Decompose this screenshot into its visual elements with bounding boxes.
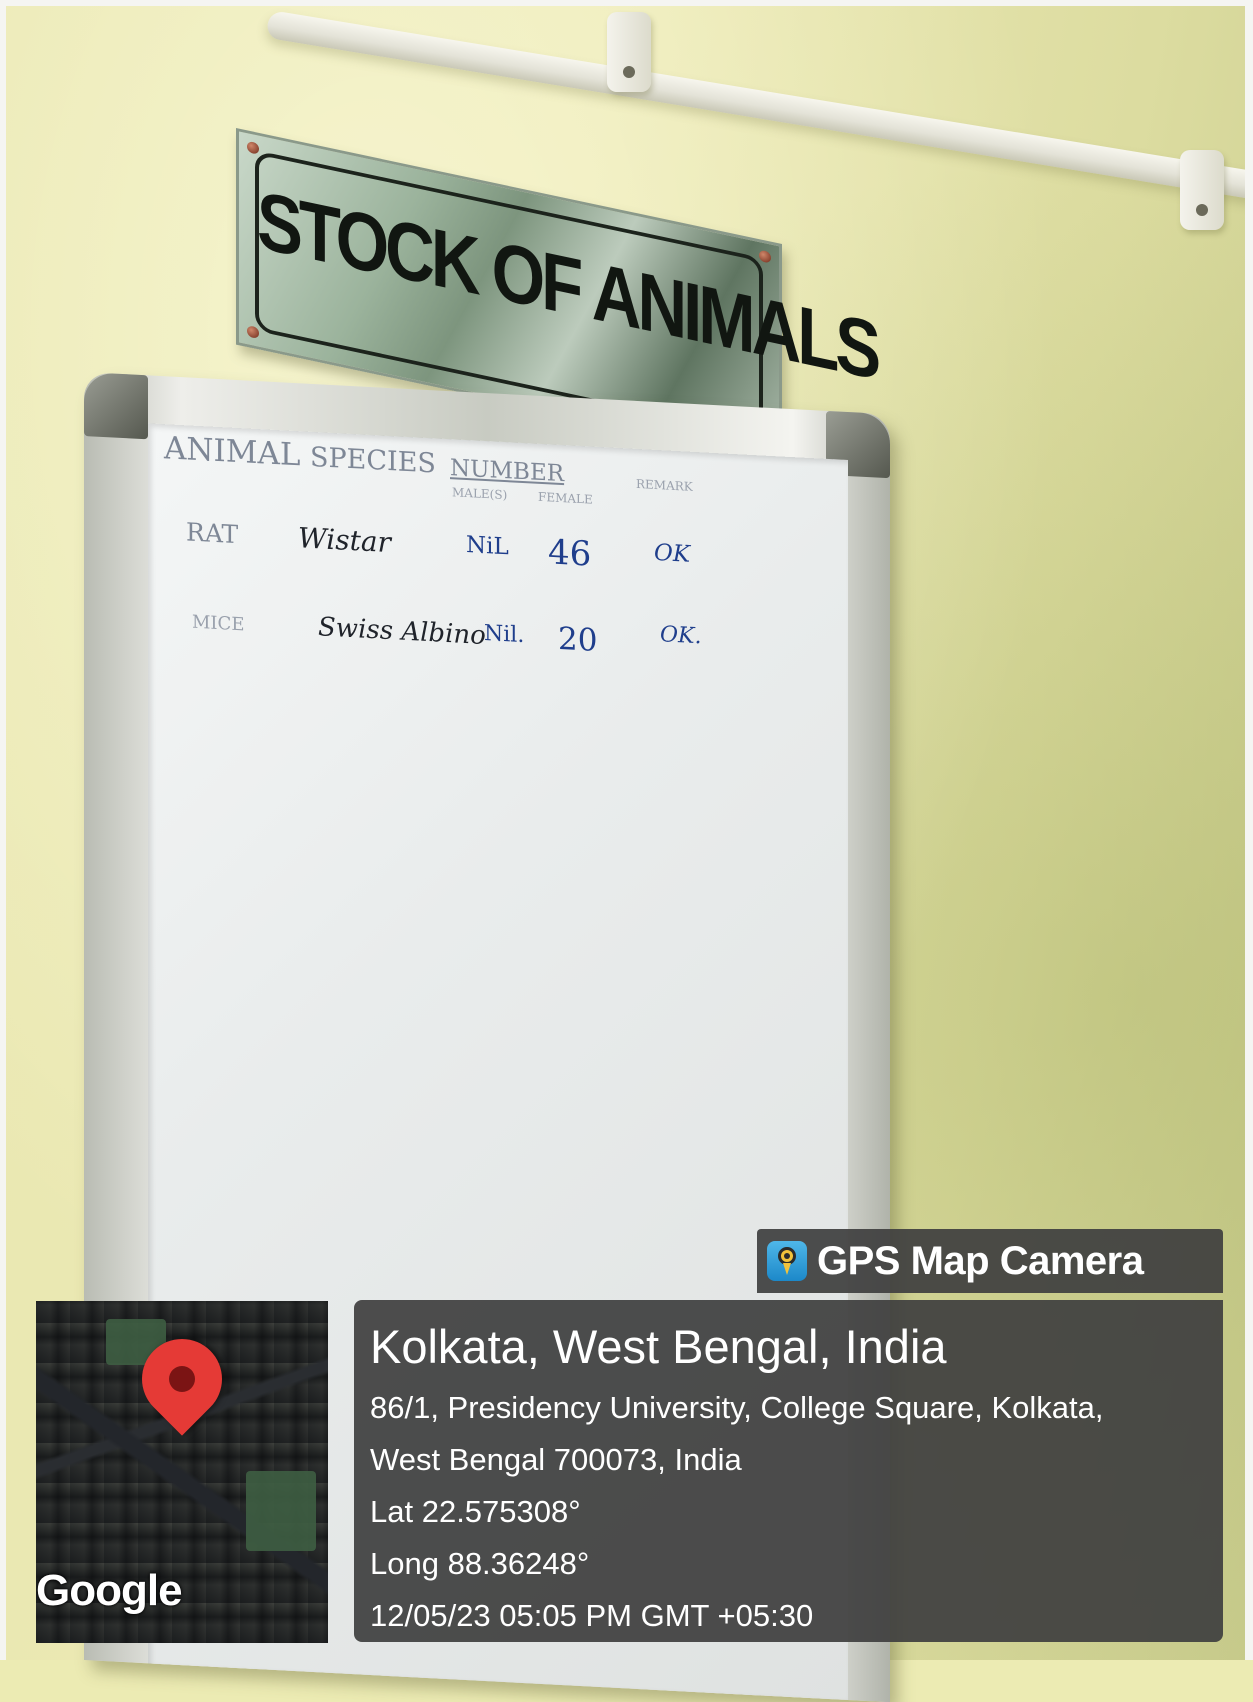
row-mice-species: Swiss Albino — [318, 612, 486, 652]
header-remark: REMARK — [636, 476, 693, 494]
header-number: NUMBER — [450, 455, 565, 488]
address-line-1: 86/1, Presidency University, College Squ… — [370, 1390, 1104, 1425]
pipe-clip — [607, 12, 651, 92]
row-rat-species: Wistar — [298, 521, 391, 560]
row-mice-male: Nil. — [484, 620, 525, 649]
row-mice-female: 20 — [558, 620, 598, 659]
header-species: SPECIES — [310, 441, 436, 480]
gps-map-camera-icon — [767, 1241, 807, 1281]
row-rat-male: NiL — [466, 532, 509, 561]
location-title: Kolkata, West Bengal, India — [370, 1320, 947, 1373]
screw-icon — [247, 325, 259, 340]
google-logo: Google — [36, 1566, 183, 1615]
row-mice-animal: MICE — [192, 611, 245, 636]
map-park — [246, 1471, 316, 1551]
header-animal: ANIMAL — [164, 430, 301, 474]
address-line-2: West Bengal 700073, India — [370, 1442, 742, 1477]
app-name: GPS Map Camera — [817, 1238, 1144, 1283]
row-mice-remark: OK. — [660, 622, 702, 650]
gps-header: GPS Map Camera — [757, 1229, 1223, 1293]
row-rat-remark: OK — [654, 539, 691, 568]
latitude: Lat 22.575308° — [370, 1494, 581, 1529]
longitude: Long 88.36248° — [370, 1546, 590, 1581]
header-female: FEMALE — [538, 489, 593, 507]
header-male: MALE(S) — [452, 485, 508, 503]
row-rat-animal: RAT — [186, 517, 239, 550]
screw-icon — [247, 140, 259, 155]
map-thumbnail: Google — [36, 1301, 328, 1643]
row-rat-female: 46 — [548, 532, 592, 575]
datetime: 12/05/23 05:05 PM GMT +05:30 — [370, 1598, 814, 1633]
pipe-clip — [1180, 150, 1224, 230]
screw-icon — [759, 249, 771, 264]
gps-info-panel: Kolkata, West Bengal, India 86/1, Presid… — [354, 1300, 1223, 1642]
whiteboard-corner — [84, 372, 148, 440]
